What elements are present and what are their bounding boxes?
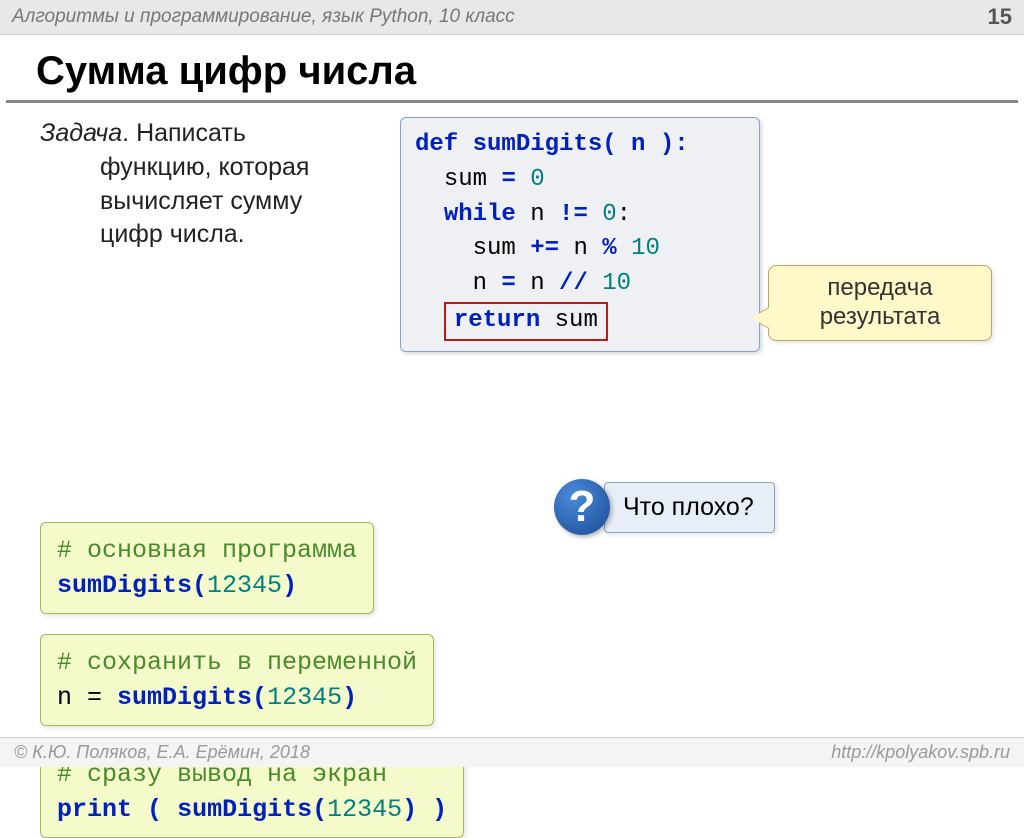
slide-title: Сумма цифр числа — [6, 35, 1018, 103]
code-line-2: sum = 0 — [415, 163, 745, 198]
comment-1: # основная программа — [57, 533, 357, 568]
example-boxes: # основная программа sumDigits(12345) # … — [30, 522, 994, 838]
code-line-6: return sum — [415, 302, 745, 341]
comment-2: # сохранить в переменной — [57, 645, 417, 680]
footer-url: http://kpolyakov.spb.ru — [831, 742, 1010, 763]
header-bar: Алгоритмы и программирование, язык Pytho… — [0, 0, 1024, 35]
content-area: Задача. Написать функцию, которая вычисл… — [0, 117, 1024, 838]
code-call-3: print ( sumDigits(12345) ) — [57, 792, 447, 827]
question-text: Что плохо? — [604, 482, 775, 533]
return-highlight: return sum — [444, 302, 608, 341]
task-label: Задача — [40, 119, 122, 147]
code-line-1: def sumDigits( n ): — [415, 128, 745, 163]
example-box-1: # основная программа sumDigits(12345) — [40, 522, 374, 614]
code-line-5: n = n // 10 — [415, 267, 745, 302]
task-text: Задача. Написать функцию, которая вычисл… — [30, 117, 370, 252]
code-line-3: while n != 0: — [415, 198, 745, 233]
code-call-1: sumDigits(12345) — [57, 568, 357, 603]
header-subject: Алгоритмы и программирование, язык Pytho… — [12, 6, 515, 28]
code-call-2: n = sumDigits(12345) — [57, 680, 417, 715]
code-line-4: sum += n % 10 — [415, 232, 745, 267]
code-function-def: def sumDigits( n ): sum = 0 while n != 0… — [400, 117, 760, 352]
footer-bar: © К.Ю. Поляков, Е.А. Ерёмин, 2018 http:/… — [0, 737, 1024, 767]
question-mark-icon: ? — [554, 479, 610, 535]
example-box-2: # сохранить в переменной n = sumDigits(1… — [40, 634, 434, 726]
footer-copyright: © К.Ю. Поляков, Е.А. Ерёмин, 2018 — [14, 742, 310, 763]
page-number: 15 — [988, 4, 1012, 30]
callout-result: передача результата — [768, 265, 992, 341]
question-callout: ? Что плохо? — [554, 479, 775, 535]
